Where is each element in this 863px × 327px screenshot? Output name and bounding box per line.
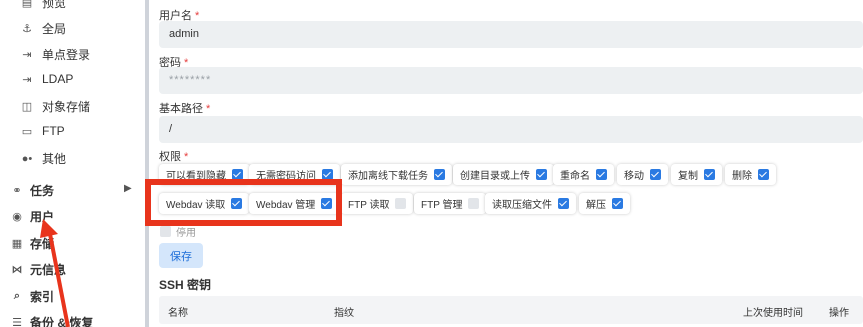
annotation-arrow bbox=[40, 219, 70, 327]
